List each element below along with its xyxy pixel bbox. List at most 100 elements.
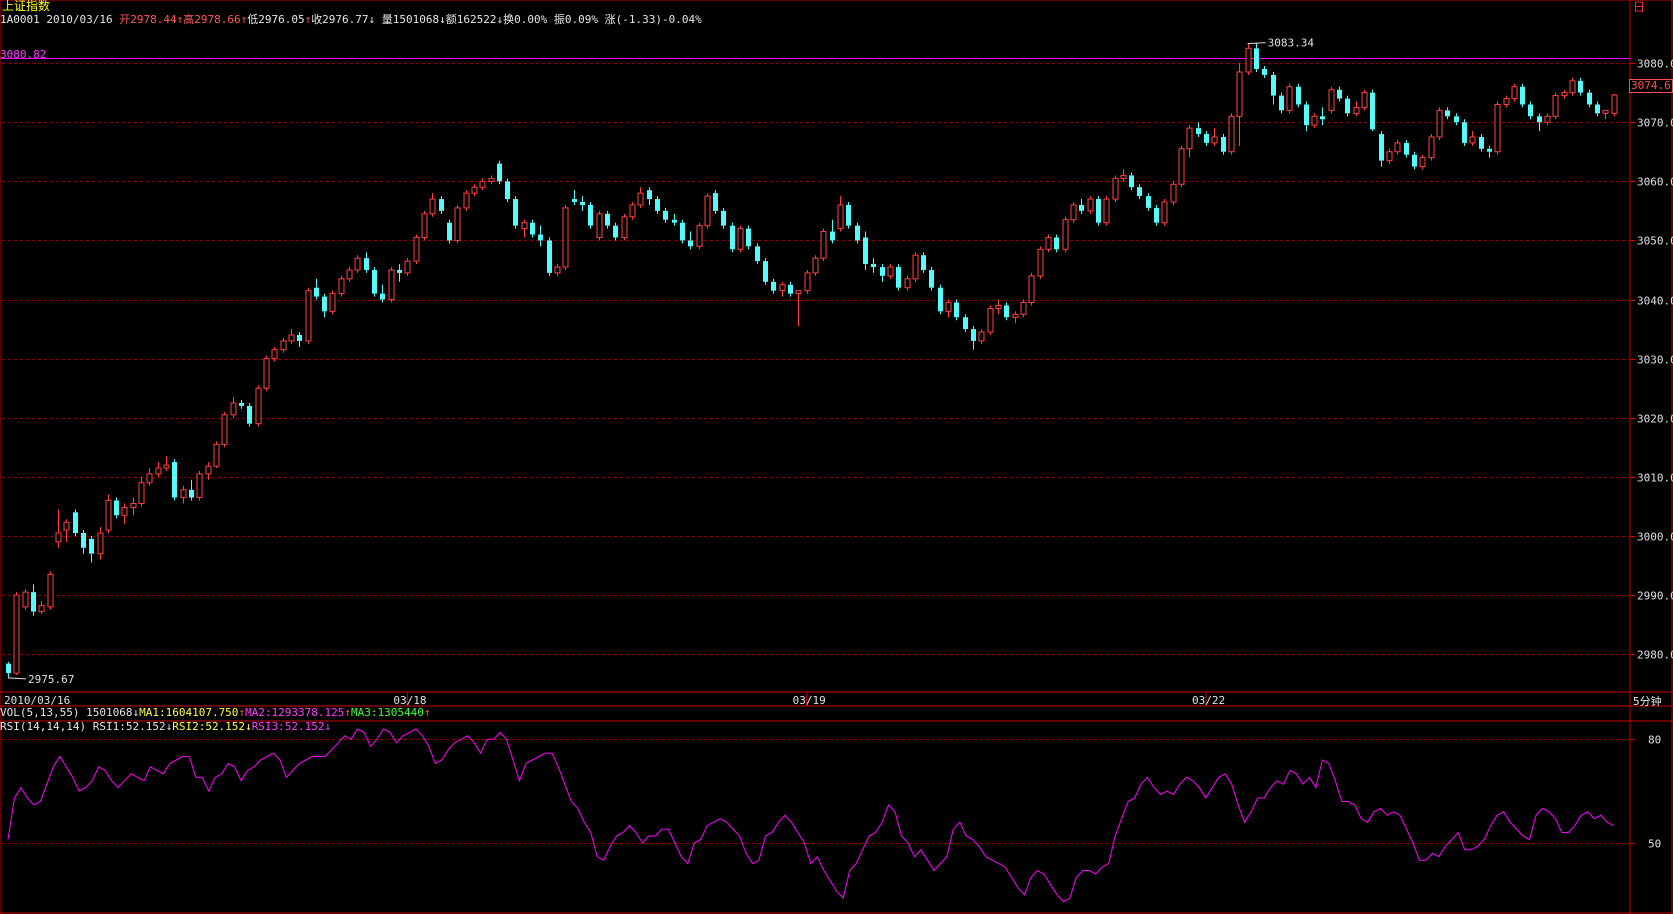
candle[interactable] xyxy=(497,160,502,185)
candle[interactable] xyxy=(547,237,552,276)
candle[interactable] xyxy=(763,258,768,285)
candle[interactable] xyxy=(1386,148,1393,164)
candle[interactable] xyxy=(1045,234,1052,253)
candle[interactable] xyxy=(1245,43,1252,75)
candle[interactable] xyxy=(73,509,78,536)
candle[interactable] xyxy=(621,213,628,241)
candle[interactable] xyxy=(280,337,287,353)
candle[interactable] xyxy=(1428,134,1435,161)
candle[interactable] xyxy=(338,275,345,297)
candle[interactable] xyxy=(562,204,569,270)
candle[interactable] xyxy=(180,485,187,504)
candle[interactable] xyxy=(1178,145,1185,188)
candle[interactable] xyxy=(305,287,312,344)
vol-indicator-line[interactable]: VOL(5,13,55) 1501068↓MA1:1604107.750↑MA2… xyxy=(0,706,431,720)
candle[interactable] xyxy=(755,243,760,265)
candle[interactable] xyxy=(1103,196,1110,226)
candle[interactable] xyxy=(221,411,228,448)
candle[interactable] xyxy=(1279,92,1284,114)
candle[interactable] xyxy=(1271,71,1276,105)
candle[interactable] xyxy=(1137,184,1142,200)
candle[interactable] xyxy=(1328,86,1335,114)
candle[interactable] xyxy=(1161,199,1168,226)
candle[interactable] xyxy=(713,190,718,214)
candle[interactable] xyxy=(1146,193,1151,211)
candle[interactable] xyxy=(322,293,327,318)
candle[interactable] xyxy=(488,175,495,185)
candle[interactable] xyxy=(1469,131,1476,146)
candle[interactable] xyxy=(1054,234,1059,253)
candle[interactable] xyxy=(846,202,851,229)
rsi-indicator-line[interactable]: RSI(14,14,14) RSI1:52.152↓RSI2:52.152↓RS… xyxy=(0,720,331,734)
candle[interactable] xyxy=(1544,113,1551,126)
candle[interactable] xyxy=(1611,93,1618,117)
candle[interactable] xyxy=(364,252,369,273)
candle[interactable] xyxy=(1462,119,1467,146)
candle[interactable] xyxy=(855,222,860,244)
candle[interactable] xyxy=(1311,113,1318,129)
candle[interactable] xyxy=(1004,302,1009,321)
candle[interactable] xyxy=(297,332,302,347)
candle[interactable] xyxy=(1520,83,1525,108)
candle[interactable] xyxy=(1028,272,1035,306)
candle[interactable] xyxy=(1561,89,1568,99)
candle[interactable] xyxy=(255,385,262,427)
candle[interactable] xyxy=(63,519,70,542)
candle[interactable] xyxy=(1511,83,1518,102)
candle[interactable] xyxy=(1228,113,1235,155)
candle[interactable] xyxy=(105,494,112,534)
candle[interactable] xyxy=(896,264,901,291)
candle[interactable] xyxy=(1112,175,1119,203)
candle[interactable] xyxy=(1186,125,1193,158)
candle[interactable] xyxy=(1070,202,1077,223)
candle[interactable] xyxy=(413,234,420,265)
rsi-line-series[interactable] xyxy=(7,728,1614,903)
candle[interactable] xyxy=(812,255,819,276)
candle[interactable] xyxy=(1296,83,1301,108)
candle[interactable] xyxy=(1394,139,1401,155)
candle[interactable] xyxy=(372,267,377,297)
candle[interactable] xyxy=(588,202,593,229)
candle[interactable] xyxy=(1361,89,1368,111)
candle[interactable] xyxy=(439,196,444,214)
candle[interactable] xyxy=(596,210,603,241)
candle[interactable] xyxy=(97,527,104,560)
candle[interactable] xyxy=(1412,151,1417,170)
candle[interactable] xyxy=(647,187,652,205)
candle[interactable] xyxy=(1445,107,1450,120)
period-corner-label[interactable]: 日 xyxy=(1633,0,1645,15)
candle[interactable] xyxy=(655,196,660,214)
candle[interactable] xyxy=(688,231,693,250)
candle[interactable] xyxy=(1254,43,1259,72)
candle[interactable] xyxy=(114,497,119,519)
candle[interactable] xyxy=(388,267,395,303)
candle[interactable] xyxy=(1595,101,1600,117)
candle[interactable] xyxy=(1087,196,1094,214)
candle[interactable] xyxy=(771,278,776,294)
candle[interactable] xyxy=(1404,139,1409,158)
candle[interactable] xyxy=(1170,181,1177,205)
candle[interactable] xyxy=(121,503,128,525)
candle[interactable] xyxy=(1528,101,1533,120)
candle[interactable] xyxy=(172,459,177,501)
candle[interactable] xyxy=(239,400,244,409)
candle[interactable] xyxy=(1552,92,1559,120)
candle[interactable] xyxy=(538,225,543,247)
candle[interactable] xyxy=(22,589,29,610)
candle[interactable] xyxy=(163,456,170,471)
candle[interactable] xyxy=(1337,86,1342,102)
candle[interactable] xyxy=(397,264,402,282)
candle[interactable] xyxy=(804,269,811,294)
candle[interactable] xyxy=(1286,83,1293,114)
candle[interactable] xyxy=(663,207,668,223)
candle[interactable] xyxy=(447,219,452,244)
candle[interactable] xyxy=(830,219,835,244)
candle[interactable] xyxy=(637,187,644,208)
candle[interactable] xyxy=(554,264,561,276)
candle[interactable] xyxy=(1204,131,1209,146)
candle[interactable] xyxy=(1353,101,1360,117)
candle[interactable] xyxy=(421,210,428,241)
candle[interactable] xyxy=(521,219,528,238)
candle[interactable] xyxy=(288,329,295,344)
candle[interactable] xyxy=(880,264,885,282)
